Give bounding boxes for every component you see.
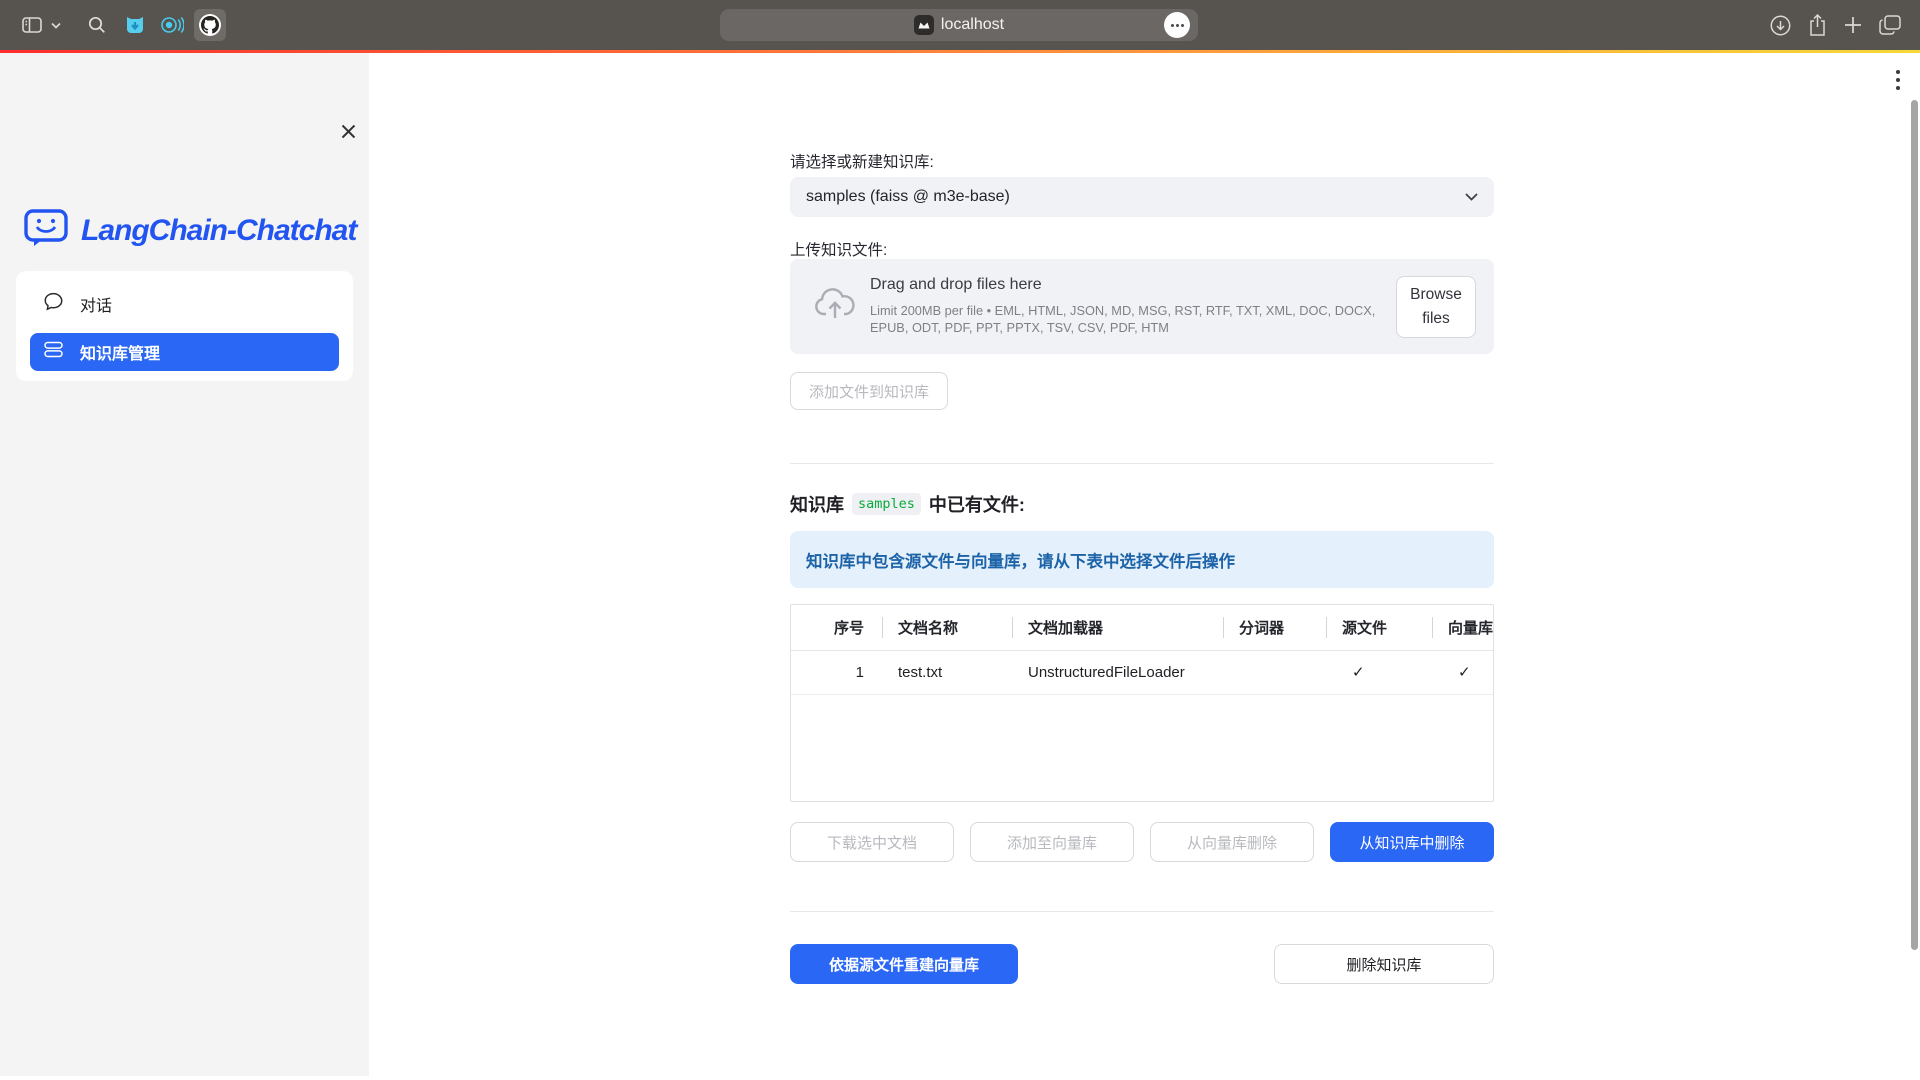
col-header-splitter: 分词器 [1223,605,1326,650]
github-extension-icon[interactable] [194,9,226,41]
scrollbar-thumb[interactable] [1911,100,1918,950]
delete-kb-button[interactable]: 删除知识库 [1274,944,1494,984]
select-chevron-down-icon [1465,188,1478,206]
screen: localhost [0,0,1920,1080]
table-header-row: 序号 文档名称 文档加载器 分词器 源文件 向量库 [791,605,1493,650]
kb-name-code: samples [852,493,921,515]
database-stack-icon [44,341,63,363]
col-header-source: 源文件 [1326,605,1432,650]
sidebar-nav: 对话 知识库管理 [16,271,353,381]
sidebar-item-kb-management[interactable]: 知识库管理 [30,333,339,371]
col-header-index: 序号 [791,605,882,650]
kb-select-label: 请选择或新建知识库: [790,150,934,172]
sidebar-toggle-icon[interactable] [18,11,46,39]
share-icon[interactable] [1803,11,1831,39]
upload-label: 上传知识文件: [790,238,887,260]
cat-extension-icon[interactable] [121,11,149,39]
sidebar-item-label: 对话 [80,292,112,316]
download-icon[interactable] [1766,11,1794,39]
chat-bubble-icon [44,292,63,316]
sidebar-item-chat[interactable]: 对话 [30,285,339,323]
circles-extension-icon[interactable] [158,11,186,39]
divider [790,911,1494,912]
col-header-loader: 文档加载器 [1012,605,1223,650]
add-files-to-kb-button[interactable]: 添加文件到知识库 [790,372,948,410]
sidebar-bottom-strip [0,1076,369,1080]
delete-from-vector-store-button[interactable]: 从向量库删除 [1150,822,1314,862]
info-alert-text: 知识库中包含源文件与向量库，请从下表中选择文件后操作 [806,548,1235,572]
delete-from-kb-button[interactable]: 从知识库中删除 [1330,822,1494,862]
col-header-vector: 向量库 [1432,605,1493,650]
divider [790,463,1494,464]
add-to-vector-store-button[interactable]: 添加至向量库 [970,822,1134,862]
app-logo: LangChain-Chatchat [24,208,356,253]
col-header-name: 文档名称 [882,605,1012,650]
kb-selectbox[interactable]: samples (faiss @ m3e-base) [790,177,1494,217]
cloud-upload-icon [814,287,856,328]
kb-files-heading-suffix: 中已有文件: [929,491,1025,517]
info-alert: 知识库中包含源文件与向量库，请从下表中选择文件后操作 [790,531,1494,588]
url-bar[interactable]: localhost [720,9,1198,41]
logo-text: LangChain-Chatchat [81,214,356,248]
github-icon [199,14,221,36]
table-actions: 下载选中文档 添加至向量库 从向量库删除 从知识库中删除 [790,822,1494,862]
rebuild-vector-store-button[interactable]: 依据源文件重建向量库 [790,944,1018,984]
file-dropzone[interactable]: Drag and drop files here Limit 200MB per… [790,259,1494,354]
kb-selected-value: samples (faiss @ m3e-base) [806,188,1465,206]
cell-loader: UnstructuredFileLoader [1012,650,1223,694]
chevron-down-icon[interactable] [48,11,64,39]
kb-files-heading-prefix: 知识库 [790,491,844,517]
site-favicon [914,15,934,35]
sidebar: LangChain-Chatchat 对话 知识库管理 [0,53,369,1076]
cell-splitter [1223,650,1326,694]
url-text: localhost [941,16,1004,34]
kb-files-heading: 知识库 samples 中已有文件: [790,491,1025,517]
logo-chat-bubble-icon [24,208,68,253]
main-menu-kebab-icon[interactable] [1890,66,1906,94]
download-selected-button[interactable]: 下载选中文档 [790,822,954,862]
browser-toolbar: localhost [0,0,1920,50]
url-more-icon[interactable] [1164,12,1190,38]
sidebar-close-icon[interactable] [336,119,360,143]
table-row[interactable]: 1 test.txt UnstructuredFileLoader ✓ ✓ [791,650,1493,694]
cell-vector-check: ✓ [1432,650,1493,694]
dropzone-hint: Limit 200MB per file • EML, HTML, JSON, … [870,302,1390,336]
search-icon[interactable] [83,11,111,39]
cell-name: test.txt [882,650,1012,694]
sidebar-item-label: 知识库管理 [80,340,160,364]
new-tab-icon[interactable] [1839,11,1867,39]
tabs-overview-icon[interactable] [1876,11,1904,39]
browse-files-button[interactable]: Browse files [1396,276,1476,338]
cell-index: 1 [791,650,882,694]
dropzone-title: Drag and drop files here [870,276,1042,294]
cell-source-check: ✓ [1326,650,1432,694]
kb-files-table: 序号 文档名称 文档加载器 分词器 源文件 向量库 1 test.txt Uns… [790,604,1494,802]
